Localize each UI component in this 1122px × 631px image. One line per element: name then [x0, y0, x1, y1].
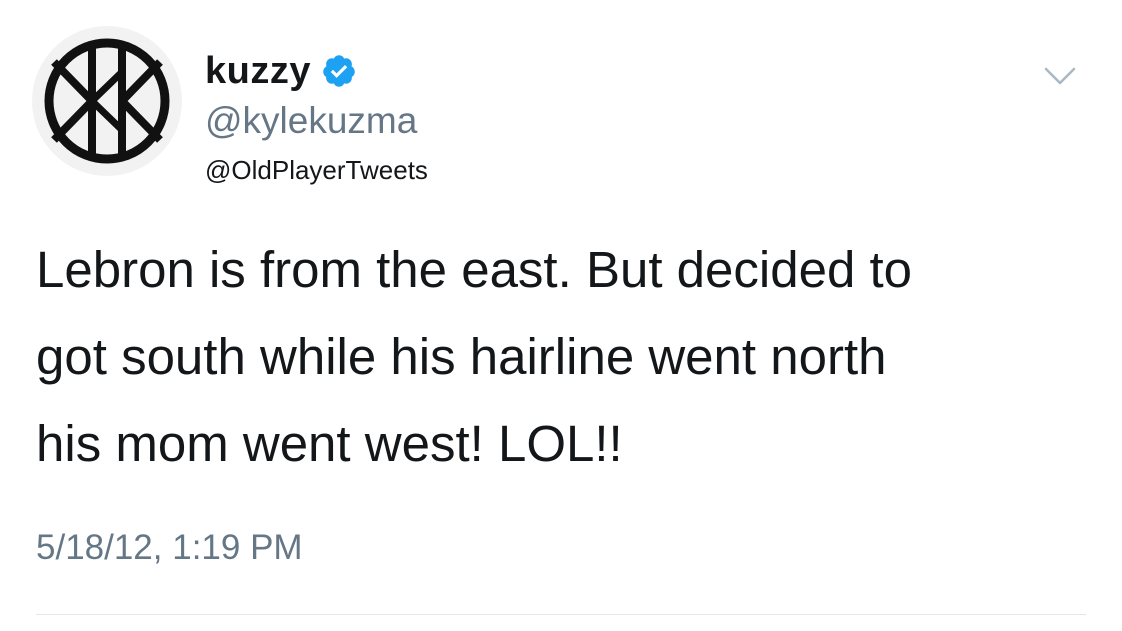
author-name-row[interactable]: kuzzy: [205, 46, 357, 96]
display-name[interactable]: kuzzy: [205, 50, 311, 93]
tweet-card: kuzzy @kylekuzma @OldPlayerTweets Lebron…: [0, 0, 1122, 631]
divider: [36, 614, 1086, 615]
watermark: @OldPlayerTweets: [205, 155, 428, 185]
tweet-timestamp[interactable]: 5/18/12, 1:19 PM: [36, 528, 303, 568]
user-handle[interactable]: @kylekuzma: [205, 100, 417, 142]
kk-logo-icon: [44, 38, 170, 164]
avatar[interactable]: [32, 26, 182, 176]
verified-badge-icon: [323, 55, 355, 87]
chevron-down-icon[interactable]: [1042, 64, 1078, 88]
tweet-text: Lebron is from the east. But decided to …: [36, 241, 913, 472]
